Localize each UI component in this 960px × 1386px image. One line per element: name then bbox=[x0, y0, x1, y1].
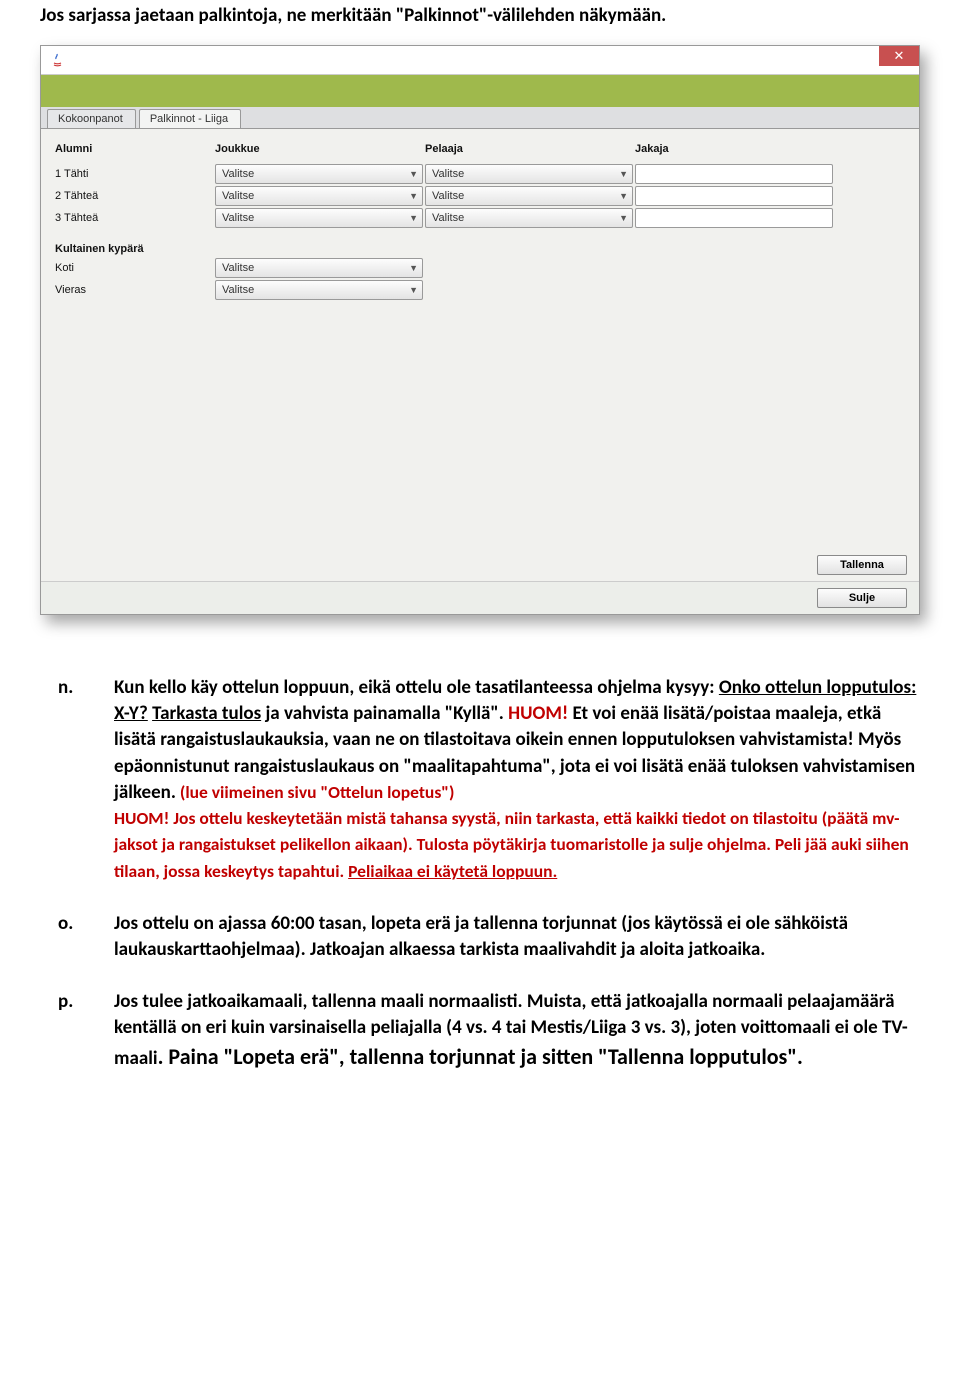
chevron-down-icon: ▼ bbox=[409, 263, 418, 273]
text: Kun kello käy ottelun loppuun, eikä otte… bbox=[114, 676, 719, 699]
dropdown-pelaaja-1[interactable]: Valitse ▼ bbox=[425, 164, 633, 184]
form-area: Alumni Joukkue Pelaaja Jakaja 1 Tähti Va… bbox=[41, 129, 919, 549]
input-jakaja-1[interactable] bbox=[635, 164, 833, 184]
chevron-down-icon: ▼ bbox=[409, 169, 418, 179]
titlebar: ✕ bbox=[41, 46, 919, 75]
button-row-close: Sulje bbox=[41, 581, 919, 614]
dropdown-value: Valitse bbox=[222, 262, 254, 274]
dropdown-joukkue-2[interactable]: Valitse ▼ bbox=[215, 186, 423, 206]
dropdown-value: Valitse bbox=[222, 190, 254, 202]
list-item-o: o. Jos ottelu on ajassa 60:00 tasan, lop… bbox=[40, 911, 920, 963]
row-label: 1 Tähti bbox=[55, 168, 215, 180]
dropdown-pelaaja-2[interactable]: Valitse ▼ bbox=[425, 186, 633, 206]
list-marker: p. bbox=[40, 989, 114, 1072]
list-item-p: p. Jos tulee jatkoaikamaali, tallenna ma… bbox=[40, 989, 920, 1072]
list-content: Kun kello käy ottelun loppuun, eikä otte… bbox=[114, 675, 920, 885]
tab-palkinnot[interactable]: Palkinnot - Liiga bbox=[139, 109, 241, 128]
row-label: Vieras bbox=[55, 284, 215, 296]
dropdown-value: Valitse bbox=[222, 168, 254, 180]
col-joukkue: Joukkue bbox=[215, 143, 425, 155]
section-kultainen: Kultainen kypärä bbox=[55, 243, 907, 255]
tab-kokoonpanot[interactable]: Kokoonpanot bbox=[47, 109, 136, 128]
dropdown-vieras[interactable]: Valitse ▼ bbox=[215, 280, 423, 300]
dropdown-pelaaja-3[interactable]: Valitse ▼ bbox=[425, 208, 633, 228]
java-icon bbox=[49, 52, 65, 68]
dropdown-joukkue-3[interactable]: Valitse ▼ bbox=[215, 208, 423, 228]
text: ja vahvista painamalla "Kyllä". bbox=[261, 702, 508, 725]
chevron-down-icon: ▼ bbox=[409, 213, 418, 223]
col-pelaaja: Pelaaja bbox=[425, 143, 635, 155]
text: . Paina "Lopeta erä", tallenna torjunnat… bbox=[158, 1043, 803, 1070]
list-content: Jos tulee jatkoaikamaali, tallenna maali… bbox=[114, 989, 920, 1072]
list-item-n: n. Kun kello käy ottelun loppuun, eikä o… bbox=[40, 675, 920, 885]
row-label: 2 Tähteä bbox=[55, 190, 215, 202]
text: Peliaikaa ei käytetä loppuun. bbox=[348, 860, 557, 882]
chevron-down-icon: ▼ bbox=[619, 169, 628, 179]
dropdown-value: Valitse bbox=[432, 212, 464, 224]
dropdown-value: Valitse bbox=[432, 168, 464, 180]
row-label: Koti bbox=[55, 262, 215, 274]
text: HUOM! bbox=[508, 702, 568, 725]
col-alumni: Alumni bbox=[55, 143, 215, 155]
col-jakaja: Jakaja bbox=[635, 143, 885, 155]
intro-text: Jos sarjassa jaetaan palkintoja, ne merk… bbox=[40, 4, 920, 27]
menubar bbox=[41, 75, 919, 107]
button-row-save: Tallenna bbox=[41, 549, 919, 581]
input-jakaja-2[interactable] bbox=[635, 186, 833, 206]
close-icon[interactable]: ✕ bbox=[879, 46, 919, 66]
row-label: 3 Tähteä bbox=[55, 212, 215, 224]
app-window: ✕ Kokoonpanot Palkinnot - Liiga Alumni J… bbox=[40, 45, 920, 615]
save-button[interactable]: Tallenna bbox=[817, 555, 907, 575]
dropdown-value: Valitse bbox=[432, 190, 464, 202]
chevron-down-icon: ▼ bbox=[619, 191, 628, 201]
dropdown-joukkue-1[interactable]: Valitse ▼ bbox=[215, 164, 423, 184]
chevron-down-icon: ▼ bbox=[619, 213, 628, 223]
dropdown-value: Valitse bbox=[222, 212, 254, 224]
dropdown-koti[interactable]: Valitse ▼ bbox=[215, 258, 423, 278]
list-marker: n. bbox=[40, 675, 114, 885]
text: Tarkasta tulos bbox=[152, 702, 261, 725]
text: (lue viimeinen sivu "Ottelun lopetus") bbox=[176, 781, 455, 803]
tabs-row: Kokoonpanot Palkinnot - Liiga bbox=[41, 107, 919, 129]
input-jakaja-3[interactable] bbox=[635, 208, 833, 228]
chevron-down-icon: ▼ bbox=[409, 285, 418, 295]
list-content: Jos ottelu on ajassa 60:00 tasan, lopeta… bbox=[114, 911, 920, 963]
close-button[interactable]: Sulje bbox=[817, 588, 907, 608]
list-marker: o. bbox=[40, 911, 114, 963]
dropdown-value: Valitse bbox=[222, 284, 254, 296]
chevron-down-icon: ▼ bbox=[409, 191, 418, 201]
